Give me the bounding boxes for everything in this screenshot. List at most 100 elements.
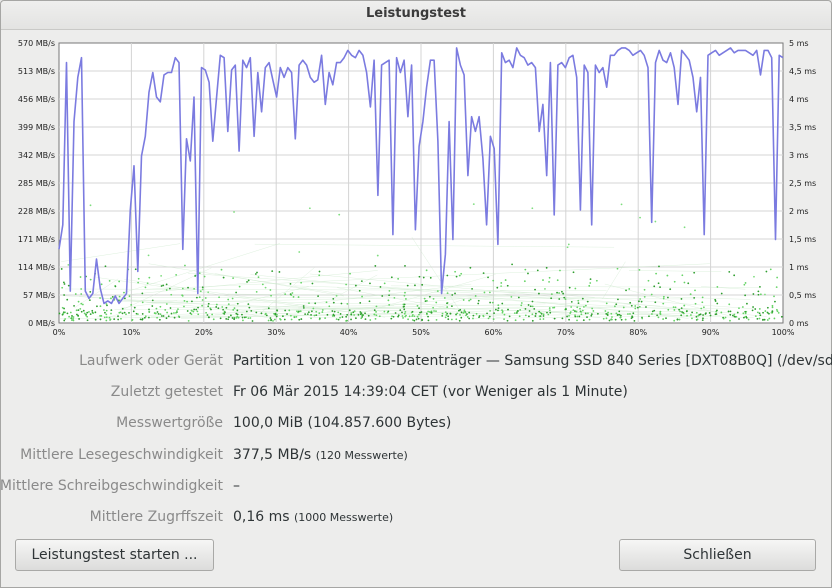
access-time-point <box>383 310 386 313</box>
access-time-point <box>679 310 681 313</box>
access-time-point <box>518 315 521 318</box>
access-time-point <box>71 319 73 321</box>
access-time-point <box>427 315 429 318</box>
access-time-point <box>357 313 360 316</box>
access-time-point <box>702 306 705 309</box>
access-time-point <box>74 293 77 295</box>
access-time-point <box>458 309 460 312</box>
access-time-point <box>418 313 420 316</box>
access-time-point <box>683 281 686 284</box>
access-time-point <box>514 319 517 322</box>
access-time-point <box>691 311 694 314</box>
access-time-point <box>311 282 314 285</box>
access-time-point <box>528 310 531 312</box>
access-time-point <box>314 302 317 305</box>
access-time-point <box>241 316 244 319</box>
access-time-point <box>141 301 144 304</box>
access-time-point <box>104 265 107 268</box>
access-time-point <box>284 293 287 296</box>
access-time-point <box>225 306 228 309</box>
access-time-point <box>405 298 407 300</box>
access-time-point <box>211 313 214 316</box>
access-time-point <box>472 314 475 317</box>
start-benchmark-button[interactable]: Leistungstest starten ... <box>15 539 214 571</box>
access-time-point <box>96 305 98 308</box>
access-time-point <box>274 312 277 315</box>
access-time-point <box>219 317 222 320</box>
access-time-point <box>364 312 366 315</box>
access-time-point <box>662 302 665 305</box>
access-time-point <box>300 281 303 284</box>
access-time-point <box>337 318 340 321</box>
access-time-point <box>99 297 101 299</box>
access-time-point <box>231 317 234 319</box>
access-time-point <box>373 309 376 312</box>
access-time-point <box>235 316 238 319</box>
access-time-point <box>118 295 121 298</box>
access-time-point <box>752 306 754 308</box>
read-speed-value: 377,5 MB/s <box>233 447 312 463</box>
access-time-point <box>338 213 341 216</box>
access-time-point <box>66 312 69 315</box>
access-time-point <box>89 290 92 293</box>
access-time-point <box>235 291 238 294</box>
access-time-point <box>105 313 108 316</box>
access-time-point <box>201 286 204 289</box>
access-time-point <box>361 315 364 318</box>
access-time-point <box>492 279 495 282</box>
access-time-point <box>581 297 584 300</box>
access-time-point <box>614 318 617 321</box>
access-time-point <box>212 318 215 321</box>
access-time-point <box>160 274 163 277</box>
access-time-point <box>524 314 527 317</box>
access-time-point <box>159 305 162 308</box>
access-time-point <box>549 311 552 314</box>
access-time-point <box>403 303 406 306</box>
access-time-point <box>735 315 738 318</box>
access-time-point <box>270 319 272 322</box>
access-time-point <box>645 306 647 308</box>
access-time-point <box>446 274 449 277</box>
access-time-point <box>733 313 736 316</box>
access-time-point <box>708 312 711 314</box>
access-time-point <box>641 317 644 320</box>
access-time-point <box>716 302 719 305</box>
access-time-point <box>693 296 696 299</box>
access-time-point <box>441 312 444 315</box>
access-time-point <box>681 274 684 277</box>
access-time-point <box>474 295 477 297</box>
access-time-point <box>128 311 130 314</box>
access-time-point <box>118 280 121 283</box>
access-time-point <box>524 308 527 310</box>
access-time-point <box>511 263 513 266</box>
access-time-point <box>759 285 761 288</box>
access-time-point <box>659 310 662 313</box>
benchmark-dialog: Leistungstest 0% 10% 20% 30% 40% 50% 60% 70% 80%… <box>0 0 832 588</box>
access-time-point <box>312 307 315 310</box>
access-time-point <box>110 297 112 300</box>
access-time-point <box>765 270 768 273</box>
access-time-point <box>64 318 67 320</box>
access-time-point <box>539 311 542 314</box>
access-time-point <box>110 309 113 312</box>
close-button[interactable]: Schließen <box>619 539 816 571</box>
access-time-point <box>66 298 69 301</box>
access-time-point <box>429 276 432 279</box>
access-time-point <box>62 281 65 284</box>
access-time-point <box>629 313 631 315</box>
access-time-point <box>657 316 660 319</box>
access-time-point <box>77 314 79 317</box>
access-time-point <box>762 319 764 321</box>
access-time-point <box>318 274 321 277</box>
access-time-point <box>94 311 97 314</box>
access-time-point <box>376 254 379 257</box>
access-time-point <box>72 316 75 318</box>
access-time-point <box>631 316 634 319</box>
access-time-point <box>700 307 703 310</box>
access-time-point <box>250 309 253 312</box>
access-time-point <box>414 284 416 287</box>
access-time-point <box>724 316 727 319</box>
access-time-point <box>653 309 656 312</box>
y-right-tick-label: 3 ms <box>789 151 809 160</box>
access-time-point <box>117 315 119 318</box>
